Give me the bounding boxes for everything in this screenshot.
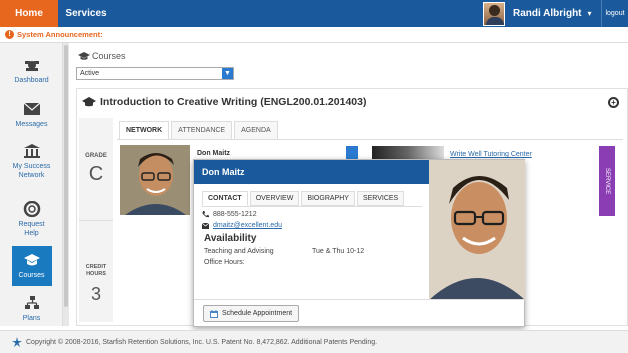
course-tabs: NETWORK ATTENDANCE AGENDA xyxy=(119,121,280,139)
sidebar-item-label: Plans xyxy=(22,315,41,322)
email-row: dmaitz@excellent.edu xyxy=(202,222,282,229)
course-status-select[interactable]: Active ▼ xyxy=(76,67,234,80)
sidebar-item-dashboard[interactable]: Dashboard xyxy=(0,57,63,85)
chevron-down-icon[interactable]: ▼ xyxy=(222,68,233,79)
course-title-text: Introduction to Creative Writing (ENGL20… xyxy=(100,96,367,108)
popup-tabs: CONTACT OVERVIEW BIOGRAPHY SERVICES xyxy=(202,191,406,206)
starfish-logo-icon xyxy=(12,337,22,347)
breadcrumb-label: Courses xyxy=(92,51,126,61)
phone-number: 888-555-1212 xyxy=(213,211,257,218)
sidebar-item-courses[interactable]: Courses xyxy=(0,246,63,286)
divider xyxy=(202,206,422,207)
popup-title: Don Maitz xyxy=(194,160,429,184)
select-value: Active xyxy=(80,70,100,77)
sidebar-scrollbar[interactable] xyxy=(63,43,69,326)
credit-hours-label: CREDIT HOURS xyxy=(85,264,107,277)
button-label: Schedule Appointment xyxy=(222,310,293,317)
tab-agenda[interactable]: AGENDA xyxy=(234,121,278,139)
building-icon xyxy=(23,144,40,158)
calendar-icon xyxy=(210,309,218,318)
sidebar-item-label: My Success Network xyxy=(12,163,51,179)
email-link[interactable]: dmaitz@excellent.edu xyxy=(213,222,282,229)
phone-row: 888-555-1212 xyxy=(202,211,257,218)
sidebar-item-plans[interactable]: Plans xyxy=(0,295,63,323)
sidebar-item-request-help[interactable]: Request Help xyxy=(0,201,63,238)
person-photo-icon xyxy=(120,145,190,215)
courses-tile: Courses xyxy=(11,246,52,286)
popup-photo xyxy=(429,160,525,300)
graduation-cap-icon xyxy=(78,52,90,60)
service-tab[interactable]: SERVICE xyxy=(599,146,615,216)
sidebar-item-label: Request Help xyxy=(18,221,45,237)
lifebuoy-icon xyxy=(23,201,40,217)
divider xyxy=(117,139,623,140)
tab-home[interactable]: Home xyxy=(0,0,58,27)
announcement-text: System Announcement: xyxy=(17,30,103,39)
top-bar: Home Services Randi Albright ▾ logout xyxy=(0,0,628,27)
grade-label: GRADE xyxy=(85,153,107,159)
breadcrumb: Courses xyxy=(78,50,126,62)
graduation-cap-icon xyxy=(23,254,40,266)
sidebar-item-label: Courses xyxy=(18,272,45,279)
network-member-photo[interactable] xyxy=(120,145,190,215)
network-member-name[interactable]: Don Maitz xyxy=(197,150,230,157)
divider xyxy=(194,299,525,300)
sidebar-item-label: Messages xyxy=(15,121,48,128)
tab-overview[interactable]: OVERVIEW xyxy=(249,191,300,206)
user-name: Randi Albright xyxy=(513,8,582,19)
chevron-down-icon: ▾ xyxy=(587,9,592,18)
grade-value: C xyxy=(88,163,104,185)
envelope-icon xyxy=(202,222,209,229)
user-menu[interactable]: Randi Albright ▾ xyxy=(483,0,601,27)
sidebar-item-my-success-network[interactable]: My Success Network xyxy=(0,143,63,180)
add-icon[interactable]: + xyxy=(608,97,619,108)
info-icon: ! xyxy=(5,30,14,39)
availability-heading: Availability xyxy=(204,233,257,244)
dashboard-icon xyxy=(24,61,39,71)
system-announcement: ! System Announcement: xyxy=(0,27,628,43)
availability-label: Teaching and Advising xyxy=(204,248,274,255)
tab-network[interactable]: NETWORK xyxy=(119,121,170,139)
tab-contact[interactable]: CONTACT xyxy=(202,191,248,206)
tab-services[interactable]: Services xyxy=(58,0,114,27)
schedule-appointment-button[interactable]: Schedule Appointment xyxy=(203,305,300,322)
office-hours-label: Office Hours: xyxy=(204,259,245,266)
sidebar: Dashboard Messages My Success Network Re… xyxy=(0,43,63,326)
divider xyxy=(79,220,113,221)
scrollbar-thumb[interactable] xyxy=(64,45,68,307)
person-photo-icon xyxy=(429,160,525,300)
tab-biography[interactable]: BIOGRAPHY xyxy=(301,191,355,206)
avatar xyxy=(483,1,505,26)
sitemap-icon xyxy=(24,296,39,309)
logout-link[interactable]: logout xyxy=(601,0,628,27)
phone-icon xyxy=(202,211,209,218)
sidebar-item-label: Dashboard xyxy=(14,77,49,84)
sidebar-item-messages[interactable]: Messages xyxy=(0,101,63,129)
credit-hours-value: 3 xyxy=(90,284,101,304)
graduation-cap-icon xyxy=(82,97,96,107)
course-title: Introduction to Creative Writing (ENGL20… xyxy=(82,96,366,108)
tab-attendance[interactable]: ATTENDANCE xyxy=(171,121,233,139)
availability-value: Tue & Thu 10-12 xyxy=(312,248,365,255)
service-link[interactable]: Write Well Tutoring Center xyxy=(450,151,532,158)
tab-services[interactable]: SERVICES xyxy=(356,191,405,206)
envelope-icon xyxy=(23,102,40,115)
footer-text: Copyright © 2008-2016, Starfish Retentio… xyxy=(26,338,378,346)
contact-popup: Don Maitz CONTACT OVERVIEW BIOGRAPHY SER… xyxy=(193,159,525,327)
footer: Copyright © 2008-2016, Starfish Retentio… xyxy=(0,330,628,353)
